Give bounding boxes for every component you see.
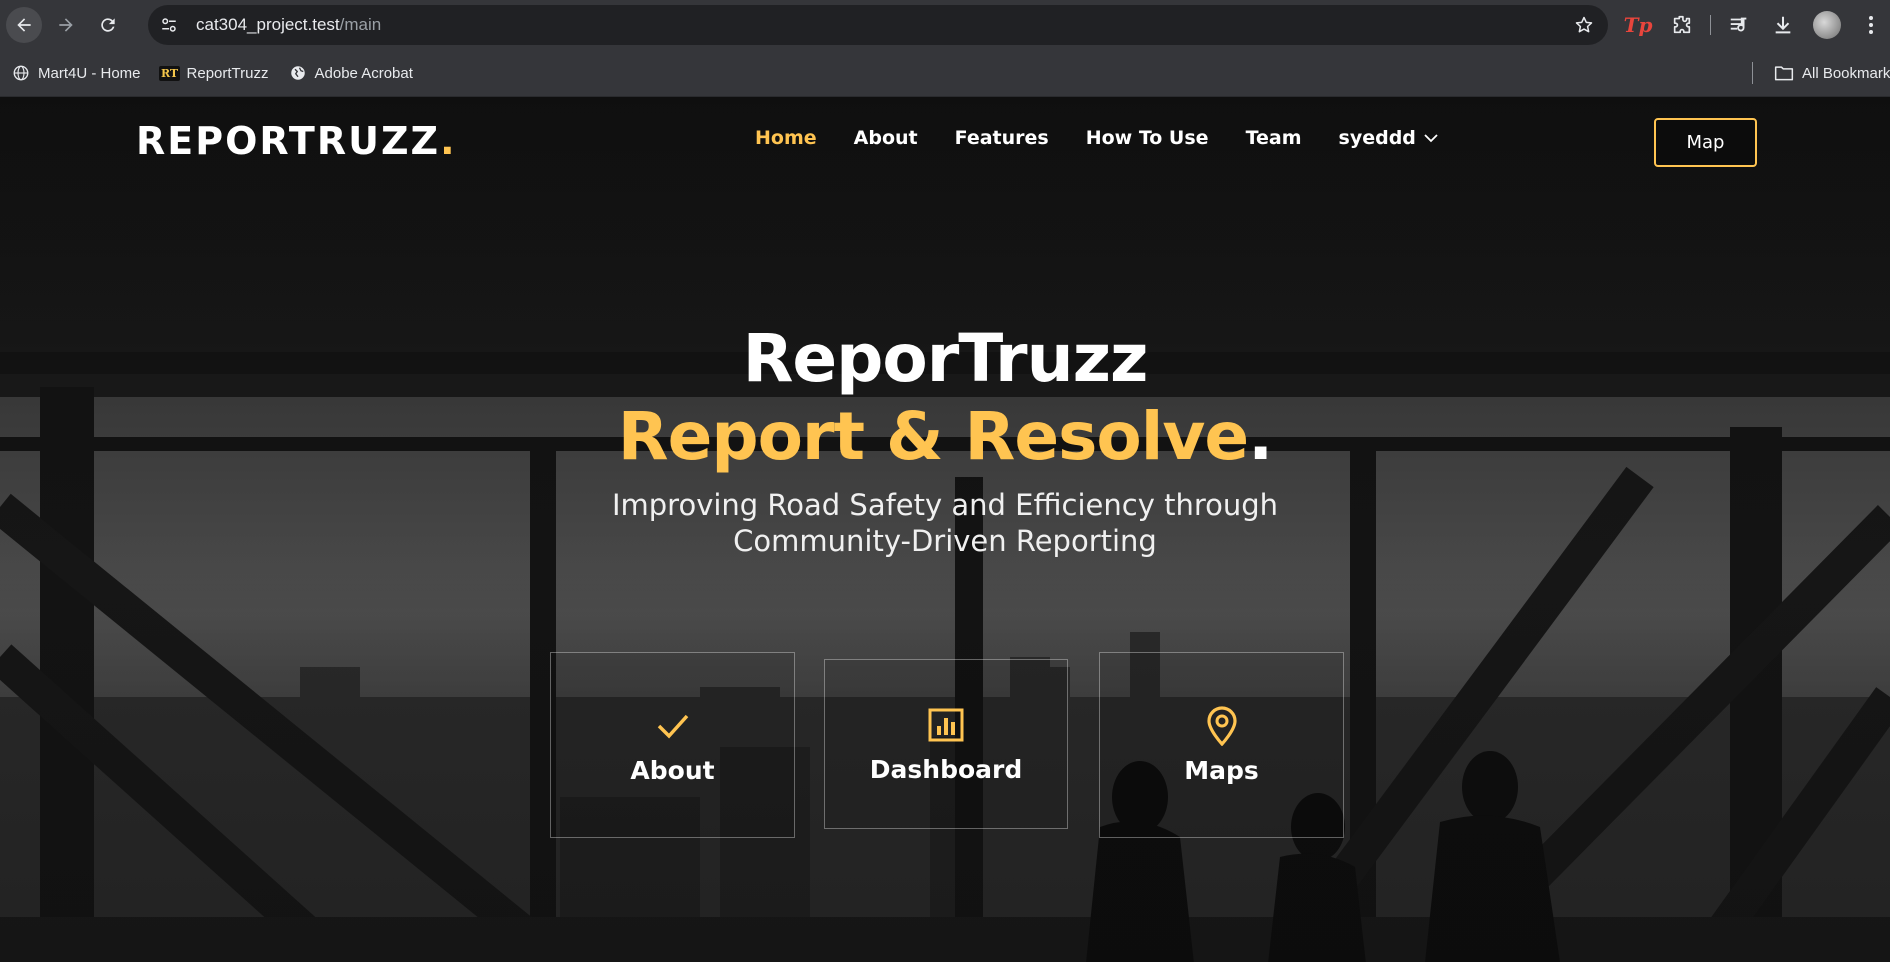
main-nav: Home About Features How To Use Team syed… xyxy=(755,127,1475,149)
media-control-button[interactable] xyxy=(1721,7,1757,43)
nav-label: syeddd xyxy=(1338,127,1416,149)
toolbar-divider xyxy=(1710,15,1711,35)
bookmarks-divider xyxy=(1752,62,1753,84)
site-logo[interactable]: REPORTRUZZ. xyxy=(136,119,457,163)
nav-features[interactable]: Features xyxy=(955,127,1049,149)
downloads-button[interactable] xyxy=(1765,7,1801,43)
nav-label: About xyxy=(853,127,918,149)
arrow-left-icon xyxy=(17,18,31,32)
tune-icon xyxy=(162,18,176,32)
map-button[interactable]: Map xyxy=(1654,118,1757,167)
chevron-down-icon xyxy=(1424,134,1438,143)
tp-extension-button[interactable]: Tp xyxy=(1620,7,1656,43)
nav-home[interactable]: Home xyxy=(755,127,817,149)
site-header: REPORTRUZZ. Home About Features How To U… xyxy=(0,97,1890,187)
hero-tagline-text: Report & Resolve xyxy=(617,398,1249,475)
back-button[interactable] xyxy=(6,7,42,43)
url-text[interactable]: cat304_project.test/main xyxy=(196,15,381,35)
star-icon xyxy=(1575,16,1593,33)
globe-icon xyxy=(12,64,30,82)
bookmark-mart4u[interactable]: Mart4U - Home xyxy=(12,58,141,88)
reload-icon xyxy=(101,18,115,32)
site-info-button[interactable] xyxy=(154,10,184,40)
nav-about[interactable]: About xyxy=(854,127,918,149)
hero-tagline-dot: . xyxy=(1248,398,1273,475)
bookmark-adobe-acrobat[interactable]: Adobe Acrobat xyxy=(289,58,413,88)
bookmark-label: Mart4U - Home xyxy=(38,64,141,82)
nav-label: Features xyxy=(954,127,1049,149)
profile-avatar xyxy=(1813,11,1841,39)
browser-toolbar: cat304_project.test/main Tp xyxy=(0,0,1890,50)
about-card[interactable]: About xyxy=(550,652,795,838)
downloads-icon xyxy=(1775,16,1791,34)
profile-button[interactable] xyxy=(1809,7,1845,43)
bookmark-reporttruzz[interactable]: RT ReportTruzz xyxy=(158,58,269,88)
logo-text: REPORTRUZZ xyxy=(136,119,441,163)
check-icon xyxy=(653,706,693,746)
card-title: Maps xyxy=(1184,755,1259,785)
nav-label: Team xyxy=(1245,127,1302,149)
forward-button[interactable] xyxy=(48,7,84,43)
extensions-puzzle-icon xyxy=(1673,15,1691,34)
dashboard-card[interactable]: Dashboard xyxy=(824,659,1068,829)
reload-button[interactable] xyxy=(90,7,126,43)
maps-card[interactable]: Maps xyxy=(1099,652,1344,838)
nav-label: Home xyxy=(755,127,817,149)
bookmarks-bar: Mart4U - Home RT ReportTruzz Adobe Acrob… xyxy=(0,50,1890,97)
address-bar[interactable]: cat304_project.test/main xyxy=(148,5,1608,45)
chrome-menu-button[interactable] xyxy=(1853,7,1889,43)
bookmark-label: ReportTruzz xyxy=(186,64,269,82)
card-title: About xyxy=(630,755,715,785)
rt-badge-icon: RT xyxy=(158,65,181,81)
nav-how-to-use[interactable]: How To Use xyxy=(1086,127,1209,149)
nav-team[interactable]: Team xyxy=(1246,127,1302,149)
more-vertical-icon xyxy=(1869,16,1873,34)
arrow-right-icon xyxy=(59,18,73,32)
bookmark-star-button[interactable] xyxy=(1572,13,1596,37)
globe-icon xyxy=(289,64,307,82)
hero-tagline: Report & Resolve. xyxy=(0,397,1890,477)
url-path: /main xyxy=(339,15,382,34)
nav-label: How To Use xyxy=(1085,127,1209,149)
logo-dot: . xyxy=(440,119,457,163)
media-control-icon xyxy=(1730,17,1747,32)
extension-tray: Tp xyxy=(1620,7,1890,43)
hero-subtitle: Improving Road Safety and Efficiency thr… xyxy=(611,488,1279,558)
nav-user-dropdown[interactable]: syeddd xyxy=(1339,127,1438,149)
extensions-button[interactable] xyxy=(1664,7,1700,43)
tp-extension-icon: Tp xyxy=(1623,13,1653,37)
bar-chart-icon xyxy=(926,705,966,745)
map-pin-icon xyxy=(1202,705,1242,746)
folder-icon xyxy=(1774,66,1794,81)
card-title: Dashboard xyxy=(869,754,1023,784)
url-host: cat304_project.test xyxy=(196,15,340,34)
bookmark-label: Adobe Acrobat xyxy=(314,64,413,82)
web-page: REPORTRUZZ. Home About Features How To U… xyxy=(0,97,1890,962)
hero-title: ReporTruzz xyxy=(742,320,1149,397)
all-bookmarks-label: All Bookmarks xyxy=(1802,64,1890,82)
all-bookmarks-button[interactable]: All Bookmarks xyxy=(1774,58,1890,88)
